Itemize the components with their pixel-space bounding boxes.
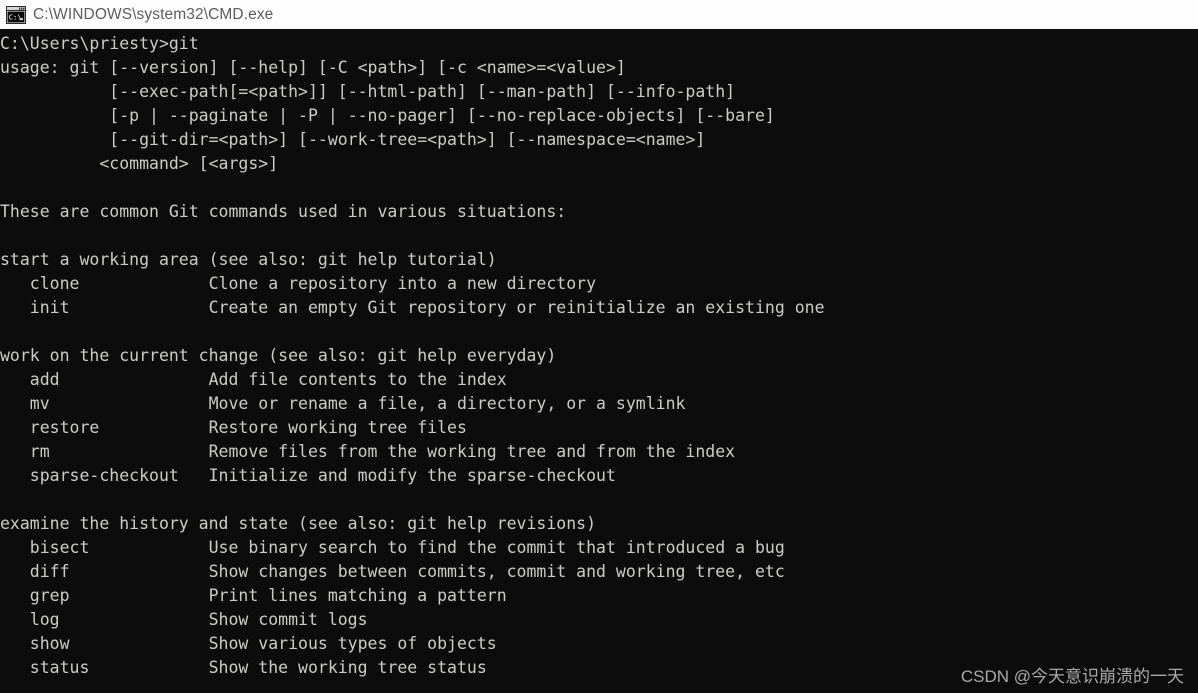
terminal-line: <command> [<args>] [0, 154, 279, 173]
terminal-line: bisect Use binary search to find the com… [0, 538, 785, 557]
terminal-line: add Add file contents to the index [0, 370, 507, 389]
terminal-line: rm Remove files from the working tree an… [0, 442, 736, 461]
cmd-console-icon: C:\ [6, 5, 26, 24]
terminal-line: [--exec-path[=<path>]] [--html-path] [--… [0, 82, 736, 101]
terminal-line: start a working area (see also: git help… [0, 250, 497, 269]
terminal-line: diff Show changes between commits, commi… [0, 562, 785, 581]
terminal-line: [-p | --paginate | -P | --no-pager] [--n… [0, 106, 775, 125]
title-bar[interactable]: C:\ C:\WINDOWS\system32\CMD.exe [0, 0, 1198, 29]
terminal-line: usage: git [--version] [--help] [-C <pat… [0, 58, 626, 77]
terminal-line: mv Move or rename a file, a directory, o… [0, 394, 686, 413]
terminal-line: show Show various types of objects [0, 634, 497, 653]
watermark-label: CSDN @今天意识崩溃的一天 [960, 667, 1184, 686]
terminal-line: [--git-dir=<path>] [--work-tree=<path>] … [0, 130, 706, 149]
terminal-line: init Create an empty Git repository or r… [0, 298, 825, 317]
terminal-text-block: C:\Users\priesty>git usage: git [--versio… [0, 29, 825, 680]
terminal-line: log Show commit logs [0, 610, 368, 629]
terminal-output-area[interactable]: C:\Users\priesty>git usage: git [--versio… [0, 29, 1198, 693]
svg-text:C:\: C:\ [9, 12, 22, 21]
window-title: C:\WINDOWS\system32\CMD.exe [33, 5, 274, 23]
terminal-line: restore Restore working tree files [0, 418, 467, 437]
terminal-line: clone Clone a repository into a new dire… [0, 274, 597, 293]
terminal-line: These are common Git commands used in va… [0, 202, 567, 221]
terminal-line: grep Print lines matching a pattern [0, 586, 507, 605]
terminal-line: sparse-checkout Initialize and modify th… [0, 466, 616, 485]
terminal-line: status Show the working tree status [0, 658, 487, 677]
terminal-line: C:\Users\priesty>git [0, 34, 199, 53]
cmd-window: C:\ C:\WINDOWS\system32\CMD.exe C:\Users… [0, 0, 1198, 693]
terminal-line: examine the history and state (see also:… [0, 514, 597, 533]
terminal-line: work on the current change (see also: gi… [0, 346, 557, 365]
